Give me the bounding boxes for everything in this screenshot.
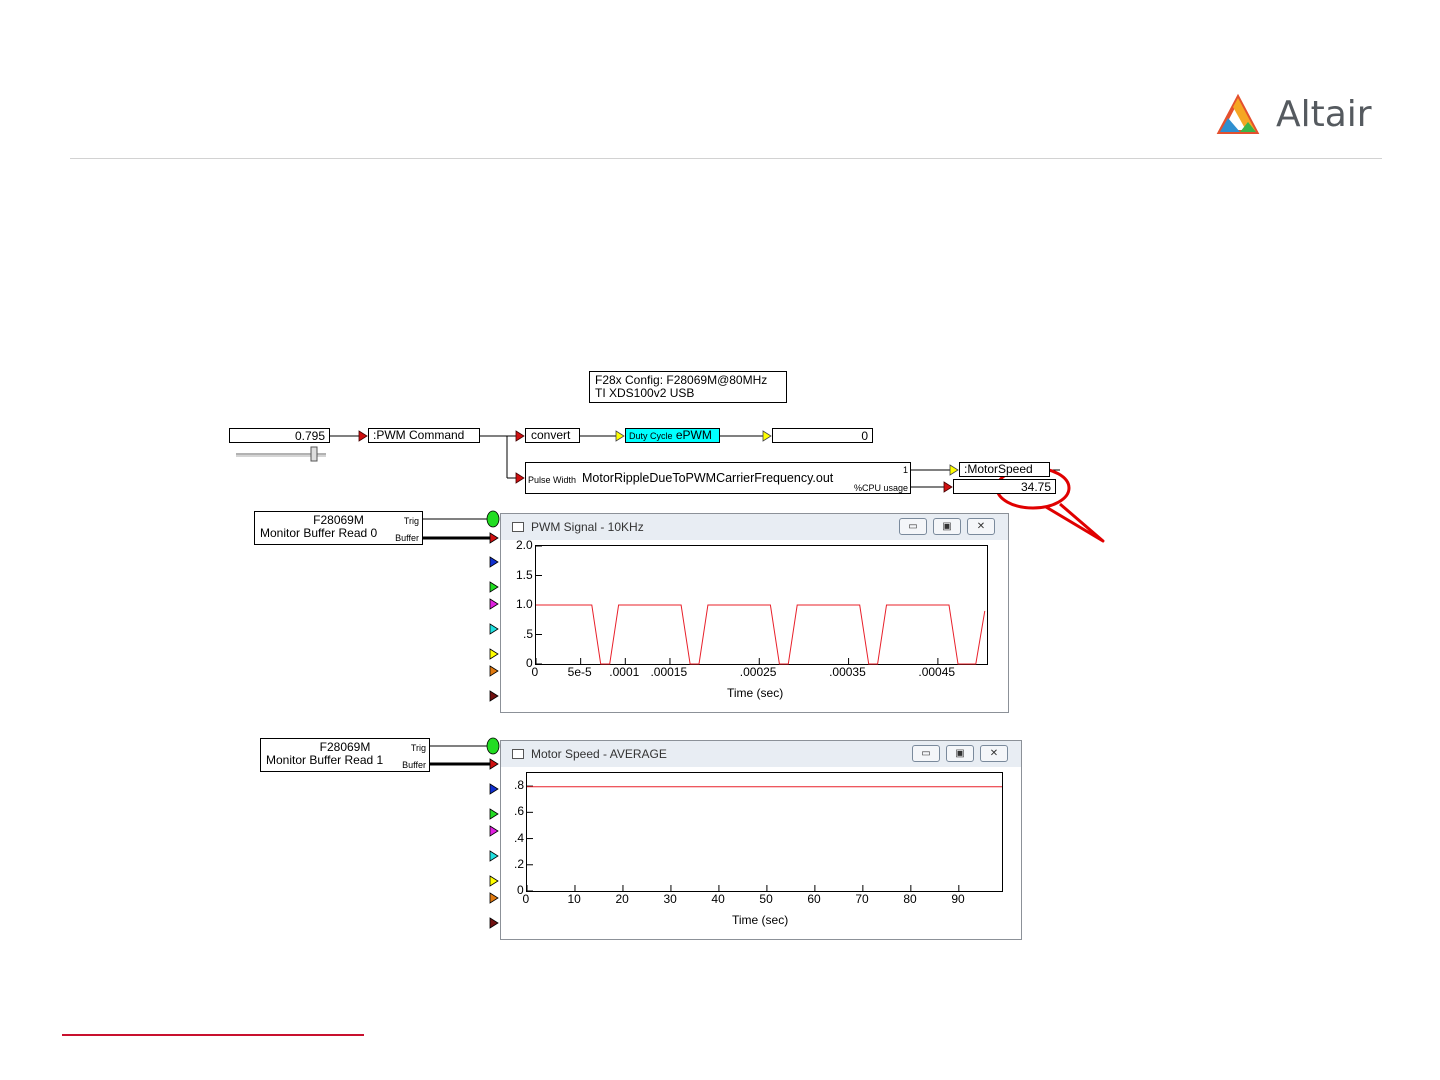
- y-tick-label: 0: [517, 883, 524, 897]
- close-button[interactable]: ✕: [980, 745, 1008, 762]
- maximize-button[interactable]: ▣: [933, 518, 961, 535]
- target-config-block[interactable]: F28x Config: F28069M@80MHz TI XDS100v2 U…: [589, 371, 787, 403]
- x-tick-label: 30: [663, 892, 677, 906]
- pwm-signal-window[interactable]: PWM Signal - 10KHz ▭ ▣ ✕ 0 5e-5 .0001 .0001…: [500, 513, 1009, 713]
- cpu-usage-port-label: %CPU usage: [853, 483, 908, 493]
- x-tick-label: .00035: [829, 665, 866, 679]
- pwm-window-title: PWM Signal - 10KHz: [531, 520, 644, 534]
- window-app-icon: [512, 749, 524, 759]
- x-tick-label: .00045: [918, 665, 956, 679]
- x-tick-label: 80: [903, 892, 917, 906]
- y-tick-label: 1.5: [516, 567, 533, 582]
- monitor-1-trig-label: Trig: [410, 743, 426, 753]
- cpu-usage-value-box[interactable]: 34.75: [953, 479, 1056, 494]
- output-port-1: 1: [902, 465, 908, 475]
- x-tick-label: .00015: [650, 665, 688, 679]
- monitor-0-buffer-label: Buffer: [395, 533, 419, 543]
- close-button[interactable]: ✕: [967, 518, 995, 535]
- y-tick-label: .5: [523, 626, 534, 641]
- pwm-plot-svg: [535, 545, 986, 665]
- pwm-window-titlebar[interactable]: PWM Signal - 10KHz ▭ ▣ ✕: [501, 514, 1008, 540]
- motor-window-title: Motor Speed - AVERAGE: [531, 747, 667, 761]
- epwm-label: ePWM: [675, 428, 712, 442]
- pwm-plot-area[interactable]: [535, 545, 988, 665]
- motor-speed-window[interactable]: Motor Speed - AVERAGE ▭ ▣ ✕ 0 10 20 30 40 50 6…: [500, 740, 1022, 940]
- motor-window-titlebar[interactable]: Motor Speed - AVERAGE ▭ ▣ ✕: [501, 741, 1021, 767]
- motor-model-block[interactable]: Pulse Width MotorRippleDueToPWMCarrierFr…: [525, 462, 911, 494]
- pwm-command-block[interactable]: :PWM Command: [368, 428, 480, 443]
- x-tick-label: 5e-5: [567, 665, 592, 679]
- motor-plot-area[interactable]: [526, 772, 1003, 892]
- y-tick-label: .2: [514, 856, 525, 871]
- monitor-0-trig-label: Trig: [403, 516, 419, 526]
- footer-accent-line: [62, 1034, 364, 1036]
- epwm-block[interactable]: Duty Cycle ePWM: [625, 428, 720, 443]
- monitor-buffer-read-0[interactable]: F28069M Monitor Buffer Read 0 Trig Buffe…: [254, 511, 423, 545]
- window-app-icon: [512, 522, 524, 532]
- y-tick-label: 0: [526, 656, 533, 670]
- x-tick-label: 50: [759, 892, 773, 906]
- x-tick-label: 90: [951, 892, 965, 906]
- slider-value-box[interactable]: 0.795: [229, 428, 330, 443]
- motor-x-axis-title: Time (sec): [732, 913, 789, 927]
- epwm-output-box[interactable]: 0: [772, 428, 873, 443]
- minimize-button[interactable]: ▭: [899, 518, 927, 535]
- pwm-x-axis-title: Time (sec): [727, 686, 784, 700]
- config-line-2: TI XDS100v2 USB: [595, 386, 695, 400]
- y-tick-label: .6: [514, 804, 525, 819]
- series-line: [536, 604, 986, 665]
- motor-plot-svg: [526, 785, 1002, 892]
- x-tick-label: .00025: [739, 665, 777, 679]
- x-tick-label: 60: [807, 892, 821, 906]
- y-tick-label: .4: [514, 830, 525, 845]
- x-tick-label: 40: [711, 892, 725, 906]
- maximize-button[interactable]: ▣: [946, 745, 974, 762]
- x-tick-label: .0001: [609, 665, 640, 679]
- convert-block[interactable]: convert: [525, 428, 580, 443]
- y-tick-label: 1.0: [516, 597, 533, 611]
- slider-thumb[interactable]: [310, 446, 318, 462]
- motor-model-file: MotorRippleDueToPWMCarrierFrequency.out: [582, 471, 834, 485]
- pulse-width-port-label: Pulse Width: [528, 475, 577, 485]
- motor-speed-block[interactable]: :MotorSpeed: [959, 462, 1050, 477]
- minimize-button[interactable]: ▭: [912, 745, 940, 762]
- x-tick-label: 20: [615, 892, 629, 906]
- x-tick-label: 70: [855, 892, 869, 906]
- y-tick-label: .8: [514, 778, 525, 793]
- monitor-1-buffer-label: Buffer: [402, 760, 426, 770]
- y-tick-label: 2.0: [516, 538, 533, 552]
- x-tick-label: 10: [567, 892, 581, 906]
- epwm-duty-label: Duty Cycle: [629, 431, 673, 441]
- monitor-buffer-read-1[interactable]: F28069M Monitor Buffer Read 1 Trig Buffe…: [260, 738, 430, 772]
